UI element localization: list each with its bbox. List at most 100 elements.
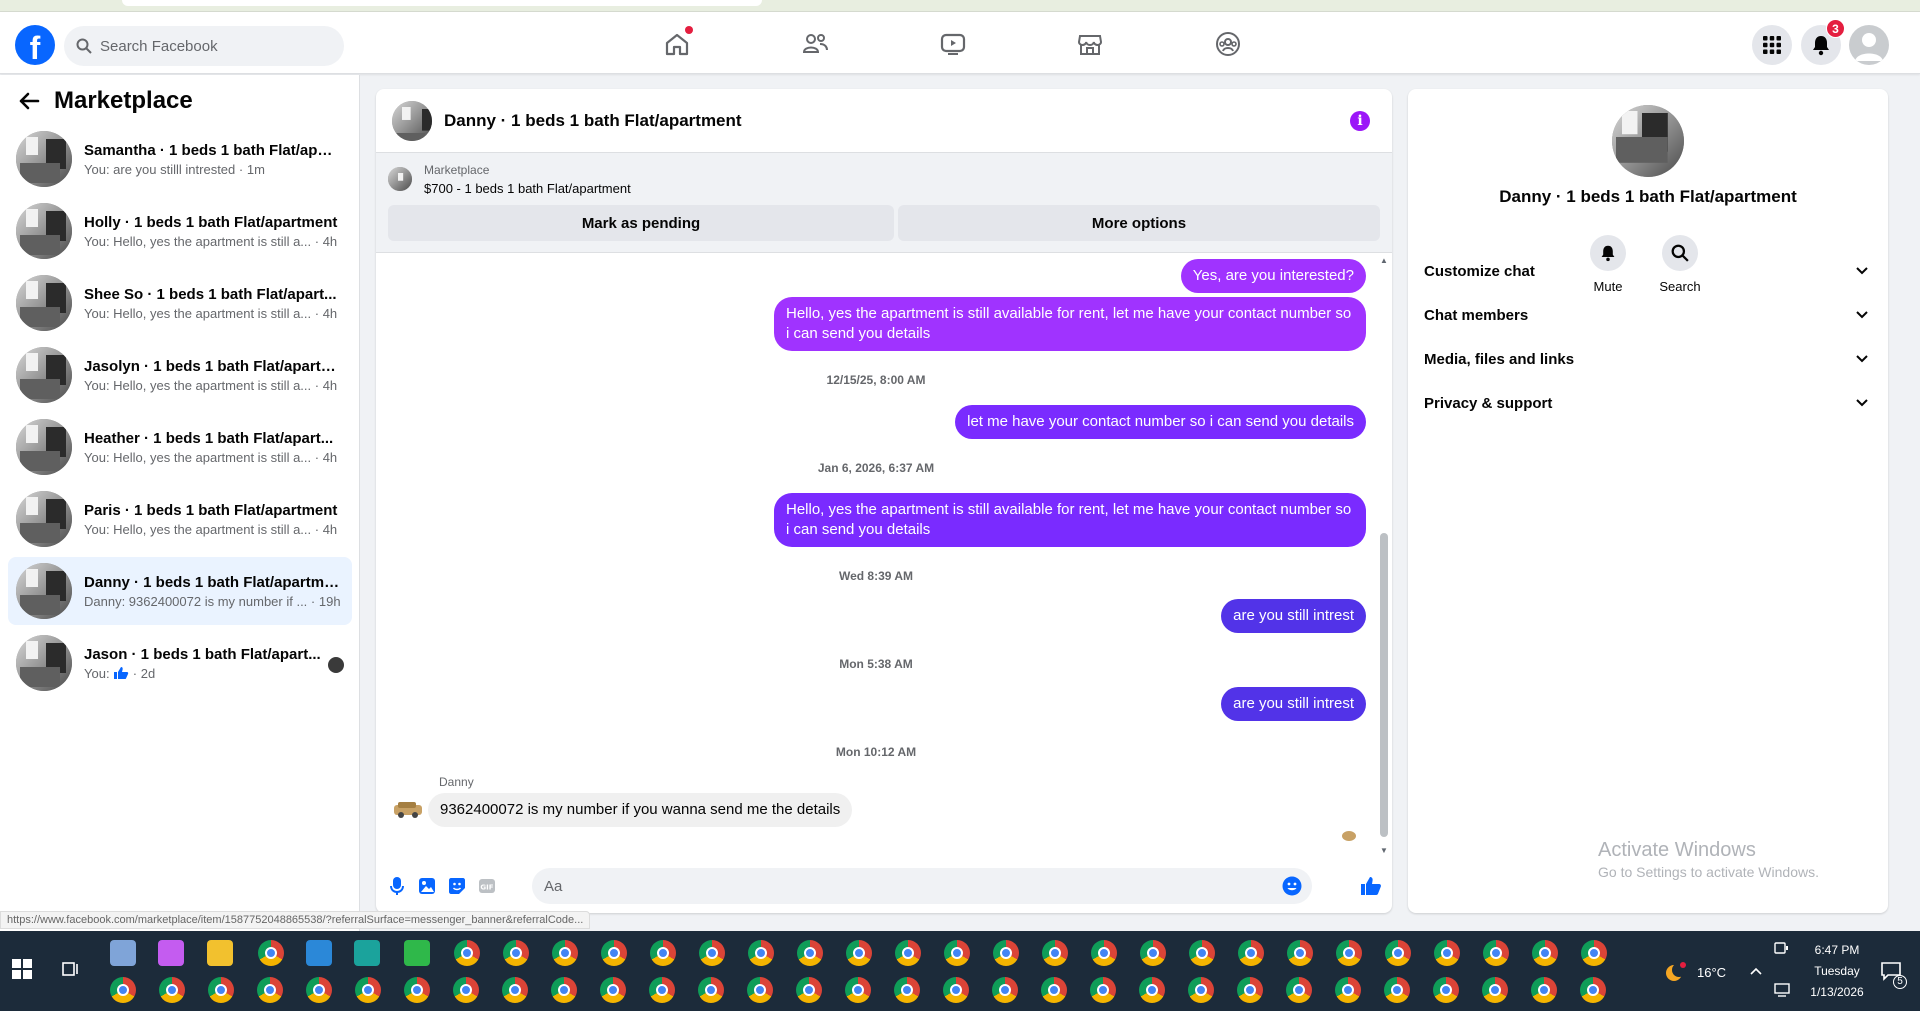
listing-thumbnail[interactable] (388, 167, 412, 191)
send-like-button[interactable] (1358, 873, 1384, 899)
weather-icon[interactable] (1664, 961, 1688, 983)
conversation-item[interactable]: Heather · 1 beds 1 bath Flat/apart... You… (8, 413, 352, 481)
search-box[interactable] (64, 26, 344, 66)
notifications-button[interactable]: 3 (1801, 19, 1845, 65)
taskbar-bottom-chrome-icon[interactable] (306, 977, 332, 1003)
chevron-up-icon[interactable] (1750, 967, 1762, 975)
account-button[interactable] (1849, 25, 1889, 65)
taskbar-top-chrome-icon[interactable] (1140, 940, 1166, 966)
taskbar-top-app-icon[interactable] (306, 940, 332, 966)
taskbar-bottom-chrome-icon[interactable] (551, 977, 577, 1003)
search-input[interactable] (100, 37, 320, 55)
menu-button[interactable] (1752, 25, 1792, 65)
attach-photo-button[interactable] (416, 875, 438, 897)
taskbar-bottom-chrome-icon[interactable] (1188, 977, 1214, 1003)
taskbar-bottom-chrome-icon[interactable] (404, 977, 430, 1003)
sender-avatar[interactable] (392, 799, 424, 819)
sticker-button[interactable] (446, 875, 468, 897)
conversation-item[interactable]: Holly · 1 beds 1 bath Flat/apartment You:… (8, 197, 352, 265)
clock-date[interactable]: 1/13/2026 (1807, 985, 1867, 999)
mark-pending-button[interactable]: Mark as pending (388, 205, 894, 241)
taskbar-top-chrome-icon[interactable] (1336, 940, 1362, 966)
outgoing-message[interactable]: are you still intrest (1221, 599, 1366, 633)
taskbar-top-chrome-icon[interactable] (552, 940, 578, 966)
taskbar-top-chrome-icon[interactable] (1287, 940, 1313, 966)
gif-button[interactable]: GIF (476, 875, 498, 897)
taskbar-bottom-chrome-icon[interactable] (110, 977, 136, 1003)
taskbar-top-app-icon[interactable] (207, 940, 233, 966)
taskbar-top-chrome-icon[interactable] (503, 940, 529, 966)
conversation-item[interactable]: Samantha · 1 beds 1 bath Flat/apar... You… (8, 125, 352, 193)
taskbar-bottom-chrome-icon[interactable] (453, 977, 479, 1003)
windows-start-icon[interactable] (12, 959, 32, 979)
listing-title[interactable]: $700 - 1 beds 1 bath Flat/apartment (424, 181, 631, 196)
taskbar-bottom-chrome-icon[interactable] (600, 977, 626, 1003)
message-input-box[interactable] (532, 868, 1312, 904)
taskbar-top-chrome-icon[interactable] (1581, 940, 1607, 966)
conversation-item[interactable]: Shee So · 1 beds 1 bath Flat/apart... You… (8, 269, 352, 337)
taskbar-bottom-chrome-icon[interactable] (1335, 977, 1361, 1003)
clock-day[interactable]: Tuesday (1807, 964, 1867, 978)
incoming-message[interactable]: 9362400072 is my number if you wanna sen… (428, 793, 853, 827)
nav-home[interactable] (657, 26, 697, 62)
taskbar-bottom-chrome-icon[interactable] (992, 977, 1018, 1003)
taskbar-bottom-chrome-icon[interactable] (1041, 977, 1067, 1003)
outgoing-message[interactable]: Hello, yes the apartment is still availa… (774, 493, 1366, 547)
taskbar-bottom-chrome-icon[interactable] (1139, 977, 1165, 1003)
taskbar-top-chrome-icon[interactable] (1385, 940, 1411, 966)
taskbar-bottom-chrome-icon[interactable] (1286, 977, 1312, 1003)
emoji-icon[interactable] (1282, 876, 1302, 896)
taskbar-top-chrome-icon[interactable] (993, 940, 1019, 966)
media-files-links-row[interactable]: Media, files and links (1416, 339, 1880, 379)
taskbar-top-chrome-icon[interactable] (601, 940, 627, 966)
conversation-item[interactable]: Jasolyn · 1 beds 1 bath Flat/apartm... Yo… (8, 341, 352, 409)
taskbar-top-chrome-icon[interactable] (650, 940, 676, 966)
scrollbar-thumb[interactable] (1380, 533, 1388, 837)
customize-chat-row[interactable]: Customize chat (1416, 251, 1880, 291)
taskbar-top-app-icon[interactable] (404, 940, 430, 966)
taskbar-bottom-chrome-icon[interactable] (1433, 977, 1459, 1003)
temperature[interactable]: 16°C (1697, 965, 1726, 980)
message-input[interactable] (544, 877, 1244, 895)
outgoing-message[interactable]: let me have your contact number so i can… (955, 405, 1366, 439)
taskbar-top-app-icon[interactable] (158, 940, 184, 966)
task-view-icon[interactable] (62, 961, 80, 977)
taskbar-top-chrome-icon[interactable] (699, 940, 725, 966)
scroll-up-arrow[interactable]: ▲ (1380, 257, 1388, 265)
taskbar-bottom-chrome-icon[interactable] (845, 977, 871, 1003)
nav-friends[interactable] (795, 26, 835, 62)
taskbar-bottom-chrome-icon[interactable] (1531, 977, 1557, 1003)
chat-members-row[interactable]: Chat members (1416, 295, 1880, 335)
taskbar-top-chrome-icon[interactable] (1189, 940, 1215, 966)
taskbar-bottom-chrome-icon[interactable] (698, 977, 724, 1003)
taskbar-bottom-chrome-icon[interactable] (208, 977, 234, 1003)
taskbar-top-chrome-icon[interactable] (895, 940, 921, 966)
taskbar-top-chrome-icon[interactable] (1532, 940, 1558, 966)
taskbar-top-chrome-icon[interactable] (1434, 940, 1460, 966)
taskbar-top-chrome-icon[interactable] (1042, 940, 1068, 966)
taskbar-top-chrome-icon[interactable] (944, 940, 970, 966)
outgoing-message[interactable]: are you still intrest (1221, 687, 1366, 721)
taskbar-bottom-chrome-icon[interactable] (943, 977, 969, 1003)
taskbar-bottom-chrome-icon[interactable] (796, 977, 822, 1003)
outgoing-message[interactable]: Hello, yes the apartment is still availa… (774, 297, 1366, 351)
taskbar-top-chrome-icon[interactable] (846, 940, 872, 966)
nav-groups[interactable] (1208, 26, 1248, 62)
facebook-logo-icon[interactable]: f (15, 25, 55, 65)
network-icon[interactable] (1774, 983, 1792, 997)
message-scrollbar[interactable]: ▲ ▼ (1380, 257, 1388, 855)
taskbar-top-chrome-icon[interactable] (258, 940, 284, 966)
taskbar-bottom-chrome-icon[interactable] (1237, 977, 1263, 1003)
chat-info-avatar[interactable] (1612, 105, 1684, 177)
clock-time[interactable]: 6:47 PM (1807, 943, 1867, 957)
nav-marketplace[interactable] (1070, 26, 1110, 62)
chat-title[interactable]: Danny · 1 beds 1 bath Flat/apartment (444, 111, 742, 131)
back-arrow-icon[interactable] (18, 91, 40, 111)
browser-tab[interactable] (122, 0, 762, 6)
privacy-support-row[interactable]: Privacy & support (1416, 383, 1880, 423)
scroll-down-arrow[interactable]: ▼ (1380, 847, 1388, 855)
info-icon[interactable]: i (1350, 111, 1370, 131)
chat-avatar[interactable] (392, 100, 432, 141)
taskbar-bottom-chrome-icon[interactable] (1090, 977, 1116, 1003)
battery-icon[interactable] (1774, 941, 1790, 955)
